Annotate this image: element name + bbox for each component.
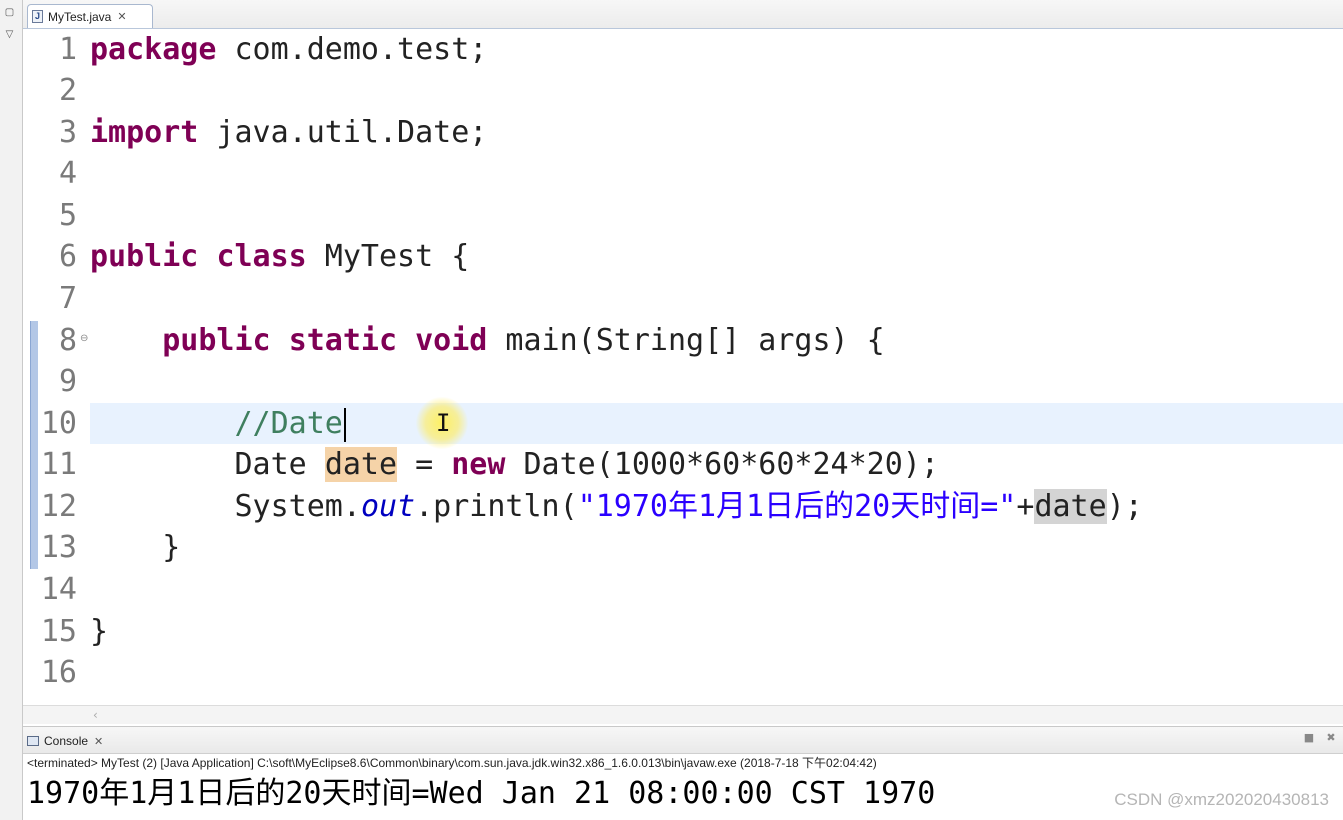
code-token: );	[1106, 489, 1143, 524]
console-toolbar: ■ ✖	[1303, 732, 1337, 744]
variable-occurrence: date	[1034, 489, 1107, 524]
console-view-bar: Console ✕ ■ ✖	[23, 726, 1343, 754]
fold-collapse-icon[interactable]: ⊖	[80, 333, 88, 344]
tab-console[interactable]: Console ✕	[27, 730, 103, 752]
keyword: new	[451, 447, 506, 482]
code-token: com.demo.test;	[216, 32, 488, 67]
keyword: public	[90, 239, 199, 274]
keyword: static	[288, 323, 398, 358]
code-token: MyTest {	[306, 239, 470, 274]
keyword: public	[162, 323, 271, 358]
line-number: 15	[40, 614, 77, 649]
static-field: out	[360, 489, 416, 524]
code-token: Date	[90, 447, 325, 482]
line-number: 11	[40, 447, 77, 482]
line-number: 13	[40, 530, 77, 565]
code-line-13: }	[90, 527, 180, 568]
remove-launch-icon[interactable]: ✖	[1325, 732, 1337, 744]
line-number: 8	[58, 323, 77, 358]
code-editor[interactable]: 1 2 3 4 5 6 7 8 9 10 11 12 13 14 15 16 ⊖…	[23, 29, 1343, 705]
watermark: CSDN @xmz202020430813	[1114, 790, 1329, 809]
comment: //Date	[234, 406, 343, 441]
line-number: 7	[58, 281, 77, 316]
line-number: 9	[58, 364, 77, 399]
code-token: }	[90, 530, 181, 565]
tab-mytest-java[interactable]: J MyTest.java ✕	[27, 4, 153, 28]
code-token: .println(	[415, 489, 578, 524]
keyword: package	[90, 32, 217, 67]
console-icon	[27, 736, 39, 746]
ibeam-cursor-icon: I	[436, 409, 451, 437]
code-token: System.	[90, 489, 361, 524]
line-number: 1	[58, 32, 77, 67]
code-token: =	[397, 447, 452, 482]
terminate-icon[interactable]: ■	[1303, 732, 1315, 744]
line-number: 4	[58, 156, 77, 191]
code-token: }	[90, 614, 109, 649]
tab-label: MyTest.java	[48, 9, 112, 24]
line-number: 14	[40, 572, 77, 607]
keyword: import	[90, 115, 199, 150]
variable-occurrence: date	[324, 447, 398, 482]
java-file-icon: J	[32, 10, 43, 23]
line-number: 10	[40, 406, 77, 441]
code-line-3: import java.util.Date;	[90, 112, 487, 153]
line-number: 6	[58, 239, 77, 274]
code-text[interactable]: package com.demo.test; import java.util.…	[90, 29, 1343, 649]
line-number: 16	[40, 655, 77, 690]
code-token: java.util.Date;	[198, 115, 488, 150]
keyword: class	[216, 239, 307, 274]
line-number: 12	[40, 489, 77, 524]
close-icon[interactable]: ✕	[117, 10, 126, 23]
horizontal-scrollbar[interactable]: ‹	[23, 705, 1343, 724]
console-tab-label: Console	[44, 734, 89, 748]
left-side-strip: ▢ ▽	[0, 0, 23, 820]
code-token: Date(1000*60*60*24*20);	[505, 447, 939, 482]
code-line-6: public class MyTest {	[90, 236, 469, 277]
code-line-11: Date date = new Date(1000*60*60*24*20);	[90, 444, 939, 485]
code-line-15: }	[90, 611, 108, 652]
restore-icon[interactable]: ▢	[3, 6, 16, 19]
console-status-line: <terminated> MyTest (2) [Java Applicatio…	[27, 756, 877, 770]
editor-tab-bar: J MyTest.java ✕	[23, 0, 1343, 29]
close-icon[interactable]: ✕	[94, 735, 103, 748]
line-number: 5	[58, 198, 77, 233]
text-caret	[343, 407, 346, 442]
code-token: main(String[] args) {	[487, 323, 885, 358]
code-line-10: //Date	[90, 403, 346, 444]
code-line-12: System.out.println("1970年1月1日后的20天时间="+d…	[90, 486, 1143, 527]
line-number: 3	[58, 115, 77, 150]
view-menu-icon[interactable]: ▽	[3, 28, 16, 41]
scroll-left-icon[interactable]: ‹	[93, 706, 98, 724]
line-number: 2	[58, 73, 77, 108]
keyword: void	[415, 323, 488, 358]
string-literal: "1970年1月1日后的20天时间="	[577, 489, 1017, 524]
code-line-1: package com.demo.test;	[90, 29, 487, 70]
code-token: +	[1016, 489, 1035, 524]
code-line-8: public static void main(String[] args) {	[90, 320, 885, 361]
